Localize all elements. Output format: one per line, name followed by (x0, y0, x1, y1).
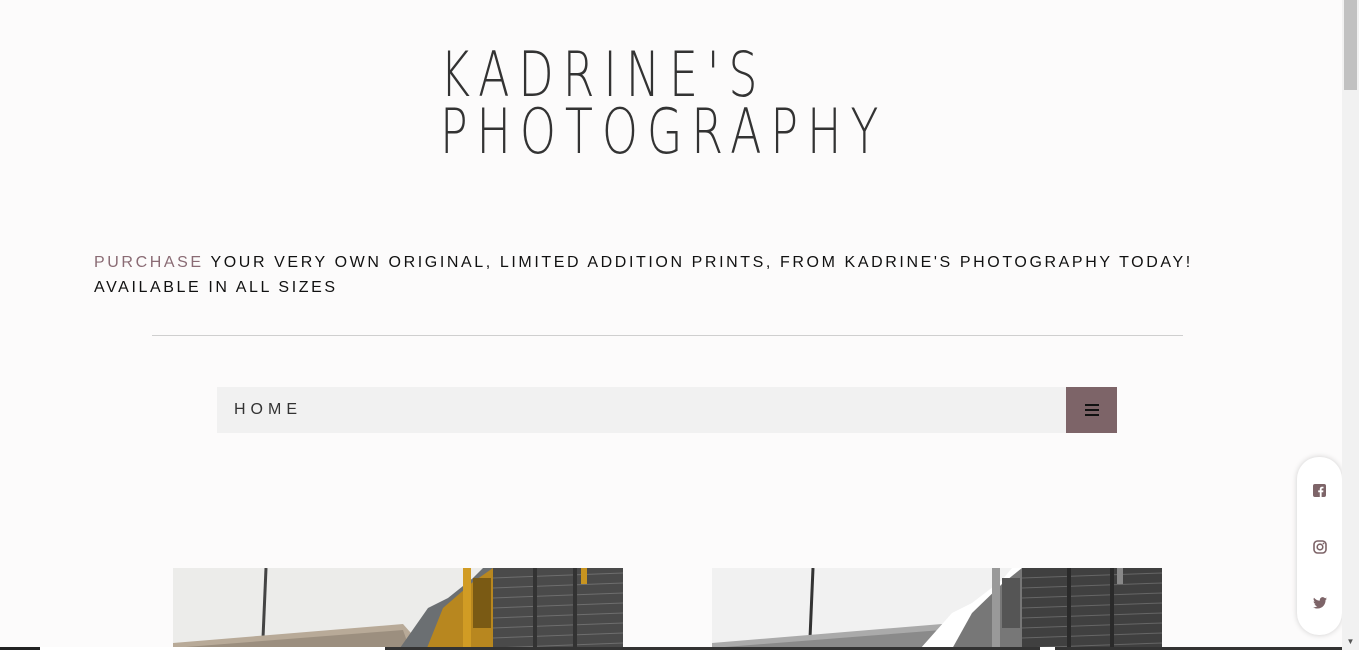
tagline-line2: AVAILABLE IN ALL SIZES (94, 279, 338, 296)
site-title[interactable]: KADRINE'S PHOTOGRAPHY (440, 44, 888, 168)
menu-toggle-button[interactable] (1066, 387, 1117, 433)
tagline: PURCHASE YOUR VERY OWN ORIGINAL, LIMITED… (94, 250, 1194, 300)
gallery-photo-black-and-white[interactable] (712, 568, 1162, 650)
social-links (1297, 457, 1342, 635)
instagram-icon[interactable] (1312, 539, 1327, 554)
site-title-line2: PHOTOGRAPHY (440, 95, 888, 168)
tagline-accent: PURCHASE (94, 254, 204, 271)
page: KADRINE'S PHOTOGRAPHY PURCHASE YOUR VERY… (0, 0, 1342, 650)
twitter-icon[interactable] (1312, 595, 1327, 610)
gallery-photo-color[interactable] (173, 568, 623, 650)
main-nav: HOME (217, 387, 1117, 433)
facebook-icon[interactable] (1312, 483, 1327, 498)
nav-home-link[interactable]: HOME (234, 401, 302, 419)
hamburger-menu-icon (1084, 404, 1099, 416)
scroll-down-arrow-icon[interactable]: ▼ (1342, 633, 1359, 650)
scrollbar-thumb[interactable] (1344, 0, 1357, 90)
vertical-scrollbar[interactable]: ▼ (1342, 0, 1359, 650)
tagline-text: YOUR VERY OWN ORIGINAL, LIMITED ADDITION… (203, 254, 1193, 271)
divider (152, 335, 1183, 336)
